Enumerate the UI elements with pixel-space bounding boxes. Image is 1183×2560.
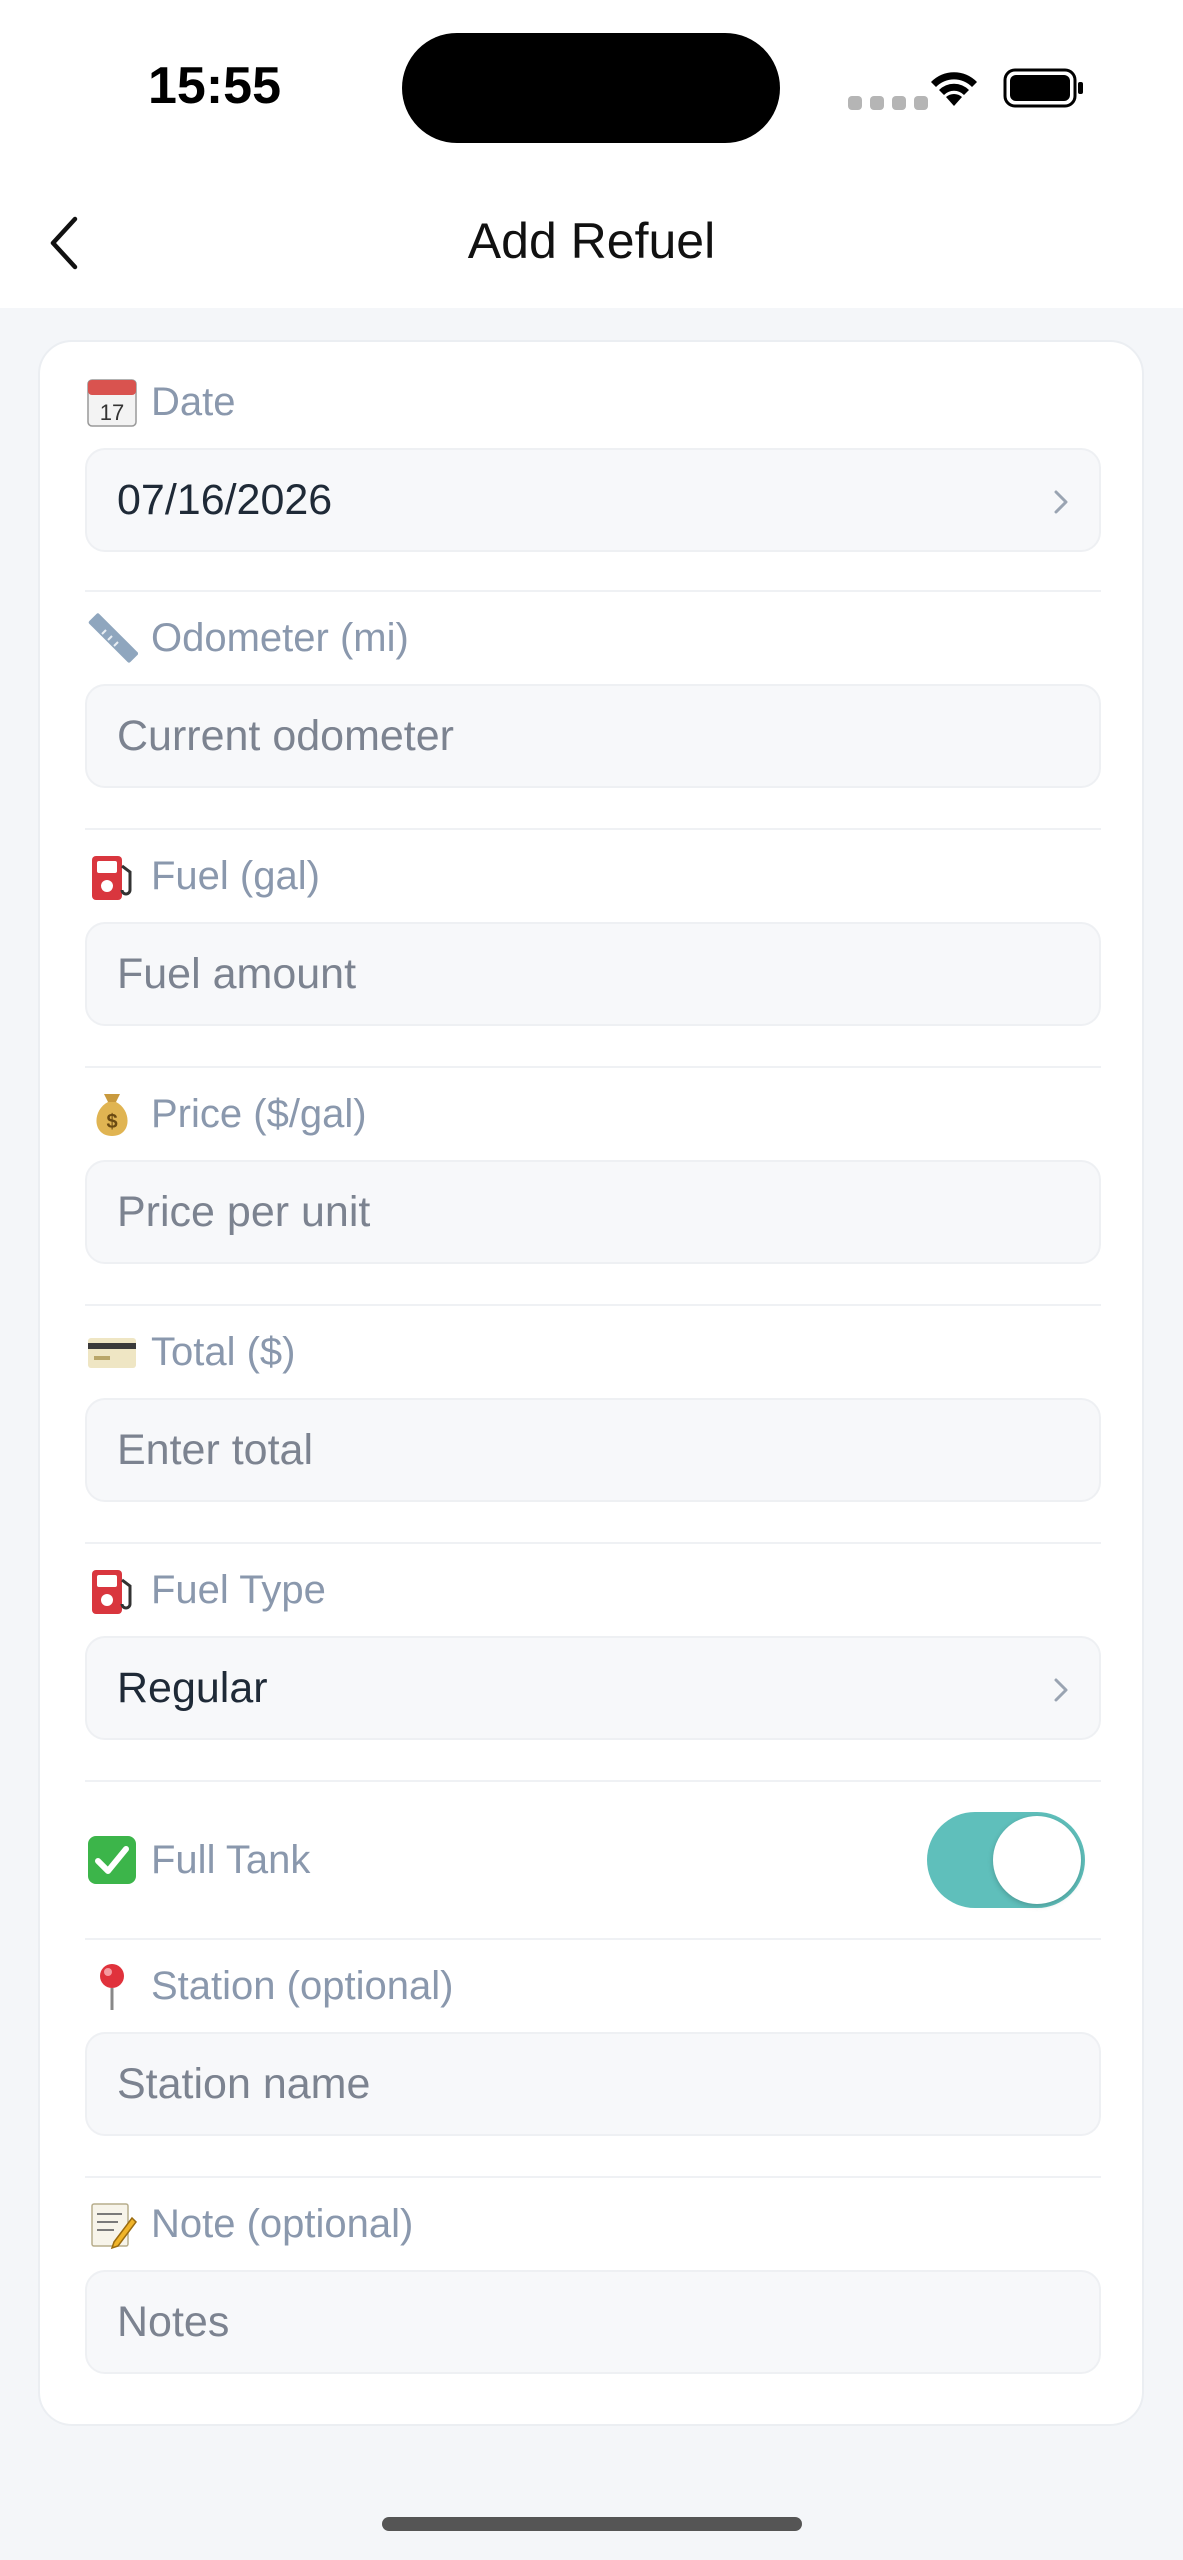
price-placeholder: Price per unit xyxy=(117,1187,371,1236)
money-bag-icon: $ xyxy=(85,1087,139,1141)
calendar-icon: 17 xyxy=(85,375,139,429)
ruler-icon xyxy=(85,611,139,665)
divider xyxy=(85,1780,1101,1782)
fuel-placeholder: Fuel amount xyxy=(117,949,357,998)
divider xyxy=(85,2176,1101,2178)
note-placeholder: Notes xyxy=(117,2297,230,2346)
odometer-label-row: Odometer (mi) xyxy=(85,608,1101,668)
refuel-form: 17 Date 07/16/2026 Odometer (mi) Current… xyxy=(38,340,1144,2426)
battery-icon xyxy=(1003,68,1083,108)
fuel-type-picker[interactable]: Regular xyxy=(85,1636,1101,1740)
date-value: 07/16/2026 xyxy=(117,475,333,524)
date-field-group: 17 Date 07/16/2026 xyxy=(85,372,1101,552)
toggle-knob xyxy=(993,1816,1081,1904)
full-tank-label: Full Tank xyxy=(151,1837,311,1882)
fuel-type-field-group: Fuel Type Regular xyxy=(85,1560,1101,1740)
fuel-type-label-row: Fuel Type xyxy=(85,1560,1101,1620)
add-refuel-screen: 15:55 Add Refuel 17 Date 07/16/2026 Odom… xyxy=(0,0,1183,2560)
total-field-group: Total ($) Enter total xyxy=(85,1322,1101,1502)
fuel-pump-icon xyxy=(85,849,139,903)
total-label-row: Total ($) xyxy=(85,1322,1101,1382)
total-placeholder: Enter total xyxy=(117,1425,313,1474)
odometer-field-group: Odometer (mi) Current odometer xyxy=(85,608,1101,788)
wifi-icon xyxy=(931,72,977,106)
note-input[interactable]: Notes xyxy=(85,2270,1101,2374)
svg-text:$: $ xyxy=(106,1111,117,1133)
status-time: 15:55 xyxy=(148,57,281,115)
note-field-group: Note (optional) Notes xyxy=(85,2194,1101,2374)
price-input[interactable]: Price per unit xyxy=(85,1160,1101,1264)
fuel-label-row: Fuel (gal) xyxy=(85,846,1101,906)
memo-icon xyxy=(85,2197,139,2251)
date-label: Date xyxy=(151,379,236,424)
odometer-placeholder: Current odometer xyxy=(117,711,454,760)
divider xyxy=(85,590,1101,592)
odometer-input[interactable]: Current odometer xyxy=(85,684,1101,788)
price-field-group: $ Price ($/gal) Price per unit xyxy=(85,1084,1101,1264)
station-field-group: Station (optional) Station name xyxy=(85,1956,1101,2136)
dynamic-island xyxy=(402,33,780,143)
full-tank-row: Full Tank xyxy=(85,1810,1101,1910)
fuel-field-group: Fuel (gal) Fuel amount xyxy=(85,846,1101,1026)
divider xyxy=(85,1304,1101,1306)
station-label: Station (optional) xyxy=(151,1963,454,2008)
pin-icon xyxy=(85,1959,139,2013)
fuel-amount-input[interactable]: Fuel amount xyxy=(85,922,1101,1026)
date-picker[interactable]: 07/16/2026 xyxy=(85,448,1101,552)
fuel-type-label: Fuel Type xyxy=(151,1567,326,1612)
credit-card-icon xyxy=(85,1325,139,1379)
divider xyxy=(85,1066,1101,1068)
fuel-label: Fuel (gal) xyxy=(151,853,320,898)
divider xyxy=(85,1542,1101,1544)
note-label: Note (optional) xyxy=(151,2201,414,2246)
price-label: Price ($/gal) xyxy=(151,1091,367,1136)
odometer-label: Odometer (mi) xyxy=(151,615,409,660)
svg-text:17: 17 xyxy=(100,400,124,425)
price-label-row: $ Price ($/gal) xyxy=(85,1084,1101,1144)
date-label-row: 17 Date xyxy=(85,372,1101,432)
chevron-right-icon xyxy=(1054,1678,1068,1702)
page-title: Add Refuel xyxy=(467,213,716,269)
chevron-right-icon xyxy=(1054,490,1068,514)
note-label-row: Note (optional) xyxy=(85,2194,1101,2254)
station-label-row: Station (optional) xyxy=(85,1956,1101,2016)
station-placeholder: Station name xyxy=(117,2059,371,2108)
cellular-signal-icon xyxy=(848,96,928,110)
full-tank-toggle[interactable] xyxy=(927,1812,1085,1908)
fuel-pump-icon xyxy=(85,1563,139,1617)
divider xyxy=(85,1938,1101,1940)
total-input[interactable]: Enter total xyxy=(85,1398,1101,1502)
total-label: Total ($) xyxy=(151,1329,296,1374)
station-input[interactable]: Station name xyxy=(85,2032,1101,2136)
check-box-icon xyxy=(85,1833,139,1887)
home-indicator[interactable] xyxy=(382,2517,802,2531)
fuel-type-value: Regular xyxy=(117,1663,268,1712)
divider xyxy=(85,828,1101,830)
